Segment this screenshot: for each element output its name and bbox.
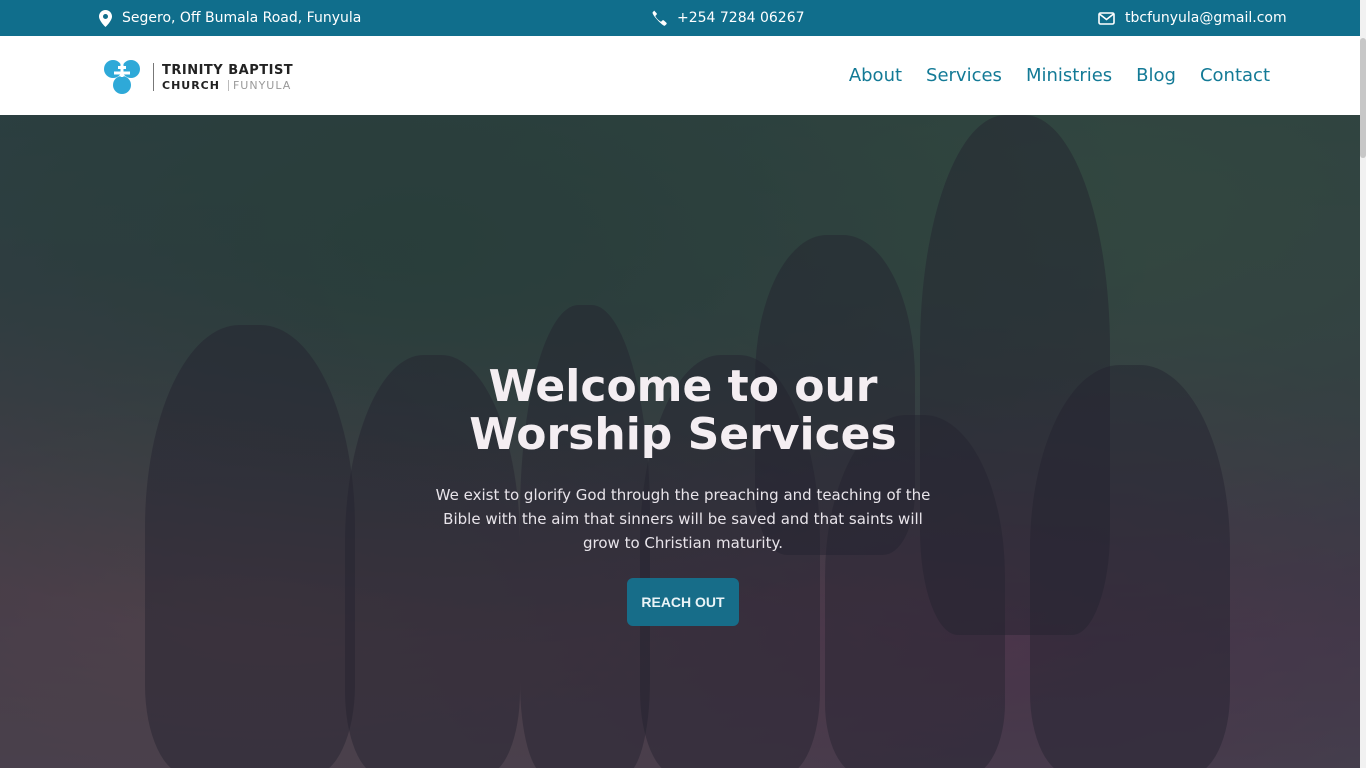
logo-location: FUNYULA bbox=[227, 79, 291, 91]
main-menu: About Services Ministries Blog Contact bbox=[849, 36, 1270, 115]
nav-blog[interactable]: Blog bbox=[1136, 65, 1176, 86]
nav-contact[interactable]: Contact bbox=[1200, 65, 1270, 86]
hero-content: Welcome to our Worship Services We exist… bbox=[0, 115, 1366, 768]
phone-text: +254 7284 06267 bbox=[677, 10, 805, 26]
hero-title: Welcome to our Worship Services bbox=[0, 363, 1366, 459]
envelope-icon bbox=[1098, 11, 1115, 25]
top-info-bar: Segero, Off Bumala Road, Funyula +254 72… bbox=[0, 0, 1366, 36]
logo-title: TRINITY BAPTIST bbox=[162, 62, 294, 78]
page-scrollbar[interactable] bbox=[1360, 0, 1366, 768]
hero-title-line2: Worship Services bbox=[469, 409, 897, 460]
reach-out-button[interactable]: REACH OUT bbox=[627, 578, 739, 626]
email-info[interactable]: tbcfunyula@gmail.com bbox=[1098, 0, 1287, 36]
phone-icon bbox=[651, 10, 667, 26]
scrollbar-thumb[interactable] bbox=[1360, 38, 1366, 158]
hero-description: We exist to glorify God through the prea… bbox=[435, 486, 931, 552]
nav-services[interactable]: Services bbox=[926, 65, 1002, 86]
logo-church: CHURCH bbox=[162, 78, 220, 92]
main-navbar: TRINITY BAPTIST CHURCH FUNYULA About Ser… bbox=[0, 36, 1366, 115]
logo-subtitle: CHURCH FUNYULA bbox=[162, 78, 293, 92]
logo-divider bbox=[153, 63, 154, 91]
address-text: Segero, Off Bumala Road, Funyula bbox=[122, 10, 362, 26]
hero-section: Welcome to our Worship Services We exist… bbox=[0, 115, 1366, 768]
map-pin-icon bbox=[99, 9, 112, 27]
church-logo[interactable]: TRINITY BAPTIST CHURCH FUNYULA bbox=[103, 59, 293, 95]
hero-title-line1: Welcome to our bbox=[488, 361, 878, 412]
email-text: tbcfunyula@gmail.com bbox=[1125, 10, 1287, 26]
nav-ministries[interactable]: Ministries bbox=[1026, 65, 1112, 86]
nav-about[interactable]: About bbox=[849, 65, 902, 86]
address-info: Segero, Off Bumala Road, Funyula bbox=[99, 0, 361, 36]
phone-info[interactable]: +254 7284 06267 bbox=[651, 0, 805, 36]
logo-text: TRINITY BAPTIST CHURCH FUNYULA bbox=[162, 64, 293, 91]
trinity-logo-icon bbox=[103, 59, 141, 95]
